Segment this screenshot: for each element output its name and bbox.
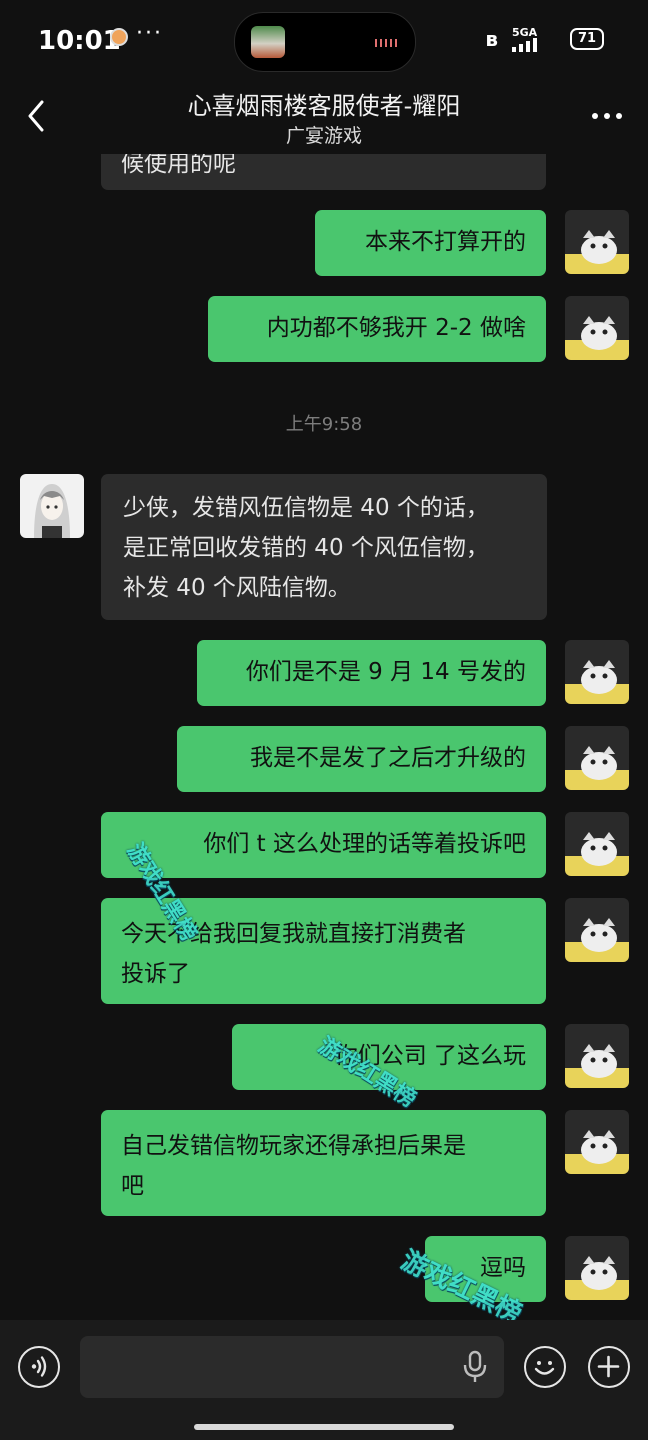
message-text-line: 吧 [121, 1173, 144, 1199]
message-input-bar [0, 1320, 648, 1440]
battery-icon: 71 [570, 28, 604, 50]
message-text-line: 投诉了 [121, 961, 190, 987]
message-text-line: 是正常回收发错的 40 个风伍信物， [123, 535, 489, 561]
message-bubble-incoming[interactable]: 候使用的呢 [101, 154, 546, 190]
message-bubble-outgoing[interactable]: 本来不打算开的 [315, 210, 546, 276]
my-avatar[interactable] [565, 812, 629, 876]
cat-avatar-icon [565, 296, 629, 360]
bluetooth-icon: ʙ [485, 27, 498, 51]
voice-icon[interactable] [18, 1346, 60, 1388]
message-list[interactable]: 候使用的呢 本来不打算开的 内功都不够我开 2-2 做啥 上午9:58 少侠，发… [0, 154, 648, 1320]
status-bar: 10:01 ··· ʙ 5GA 71 [0, 0, 648, 80]
status-notifications: ··· [110, 21, 163, 46]
cat-avatar-icon [565, 726, 629, 790]
message-text: 你们 t 这么处理的话等着投诉吧 [203, 831, 526, 857]
message-text-line: 自己发错信物玩家还得承担后果是 [121, 1133, 466, 1159]
status-indicators: ʙ 5GA 71 [485, 26, 604, 52]
message-bubble-outgoing[interactable]: 内功都不够我开 2-2 做啥 [208, 296, 546, 362]
status-overflow: ··· [136, 20, 163, 46]
my-avatar[interactable] [565, 640, 629, 704]
status-time: 10:01 [38, 26, 121, 56]
my-avatar[interactable] [565, 210, 629, 274]
contact-name: 心喜烟雨楼客服使者-耀阳 [187, 92, 461, 120]
message-bubble-outgoing[interactable]: 你们是不是 9 月 14 号发的 [197, 640, 546, 706]
cat-avatar-icon [565, 898, 629, 962]
message-text-line: 少侠，发错风伍信物是 40 个的话， [123, 495, 489, 521]
message-text: 你们是不是 9 月 14 号发的 [245, 659, 526, 685]
message-bubble-outgoing[interactable]: 自己发错信物玩家还得承担后果是 吧 [101, 1110, 546, 1216]
message-input[interactable] [80, 1336, 504, 1398]
anime-character-avatar-icon [20, 474, 84, 538]
cat-avatar-icon [565, 1110, 629, 1174]
message-timestamp: 上午9:58 [285, 414, 363, 435]
message-text: 候使用的呢 [121, 154, 236, 177]
cat-avatar-icon [565, 210, 629, 274]
cat-avatar-icon [565, 1024, 629, 1088]
my-avatar[interactable] [565, 898, 629, 962]
plus-icon[interactable] [588, 1346, 630, 1388]
my-avatar[interactable] [565, 1024, 629, 1088]
cat-avatar-icon [565, 640, 629, 704]
my-avatar[interactable] [565, 296, 629, 360]
message-text: 本来不打算开的 [365, 229, 526, 255]
emoji-icon[interactable] [524, 1346, 566, 1388]
media-thumbnail [251, 26, 285, 58]
message-bubble-outgoing[interactable]: 我是不是发了之后才升级的 [177, 726, 546, 792]
message-bubble-incoming[interactable]: 少侠，发错风伍信物是 40 个的话， 是正常回收发错的 40 个风伍信物， 补发… [101, 474, 547, 620]
message-text-line: 补发 40 个风陆信物。 [123, 575, 351, 601]
microphone-icon[interactable] [462, 1350, 488, 1384]
my-avatar[interactable] [565, 726, 629, 790]
home-indicator[interactable] [194, 1424, 454, 1430]
my-avatar[interactable] [565, 1236, 629, 1300]
my-avatar[interactable] [565, 1110, 629, 1174]
message-text: 内功都不够我开 2-2 做啥 [266, 315, 526, 341]
cat-avatar-icon [565, 1236, 629, 1300]
message-text: 我是不是发了之后才升级的 [250, 745, 526, 771]
contact-company: 广宴游戏 [285, 125, 362, 147]
signal-icon: 5GA [510, 26, 558, 52]
contact-avatar[interactable] [20, 474, 84, 538]
battery-level: 71 [577, 31, 597, 46]
cat-avatar-icon [565, 812, 629, 876]
chat-header: 心喜烟雨楼客服使者-耀阳 广宴游戏 [0, 80, 648, 154]
notification-icon [110, 28, 128, 46]
dynamic-island[interactable] [234, 12, 416, 72]
more-options-icon[interactable] [592, 113, 622, 119]
audio-wave-icon [375, 39, 397, 47]
